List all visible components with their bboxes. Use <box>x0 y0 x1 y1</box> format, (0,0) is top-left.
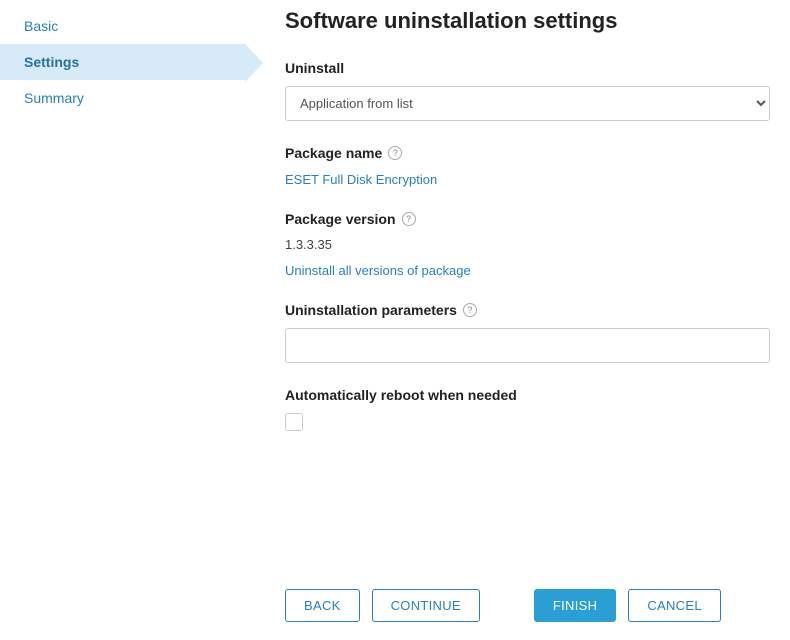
finish-button[interactable]: FINISH <box>534 589 616 622</box>
main-panel: Software uninstallation settings Uninsta… <box>245 0 790 577</box>
sidebar: Basic Settings Summary <box>0 0 245 577</box>
field-auto-reboot: Automatically reboot when needed <box>285 387 770 431</box>
cancel-button[interactable]: CANCEL <box>628 589 721 622</box>
continue-button[interactable]: CONTINUE <box>372 589 480 622</box>
page-title: Software uninstallation settings <box>285 8 770 34</box>
sidebar-item-basic[interactable]: Basic <box>0 8 245 44</box>
footer: BACK CONTINUE FINISH CANCEL <box>0 577 790 640</box>
uninstall-params-input[interactable] <box>285 328 770 363</box>
uninstall-all-versions-link[interactable]: Uninstall all versions of package <box>285 263 471 278</box>
package-name-link[interactable]: ESET Full Disk Encryption <box>285 172 437 187</box>
uninstall-label: Uninstall <box>285 60 770 76</box>
package-version-value: 1.3.3.35 <box>285 237 770 252</box>
uninstall-params-label: Uninstallation parameters <box>285 302 457 318</box>
sidebar-item-summary[interactable]: Summary <box>0 80 245 116</box>
package-version-label: Package version <box>285 211 396 227</box>
uninstall-select[interactable]: Application from list <box>285 86 770 121</box>
field-uninstall-params: Uninstallation parameters ? <box>285 302 770 363</box>
auto-reboot-checkbox[interactable] <box>285 413 303 431</box>
sidebar-item-settings[interactable]: Settings <box>0 44 245 80</box>
package-name-label: Package name <box>285 145 382 161</box>
field-uninstall: Uninstall Application from list <box>285 60 770 121</box>
field-package-name: Package name ? ESET Full Disk Encryption <box>285 145 770 187</box>
field-package-version: Package version ? 1.3.3.35 Uninstall all… <box>285 211 770 278</box>
help-icon[interactable]: ? <box>388 146 402 160</box>
auto-reboot-label: Automatically reboot when needed <box>285 387 770 403</box>
back-button[interactable]: BACK <box>285 589 360 622</box>
help-icon[interactable]: ? <box>402 212 416 226</box>
help-icon[interactable]: ? <box>463 303 477 317</box>
